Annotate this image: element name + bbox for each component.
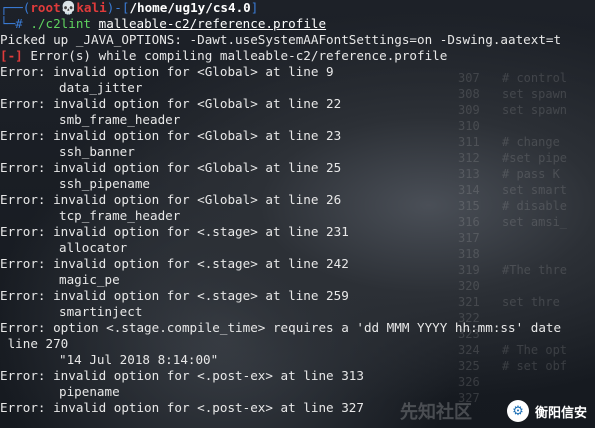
error-line: Error: invalid option for <.post-ex> at …	[0, 368, 364, 383]
error-line: Error: invalid option for <Global> at li…	[0, 192, 342, 207]
error-detail: allocator	[59, 240, 128, 255]
error-line: Error: invalid option for <Global> at li…	[0, 96, 342, 111]
error-detail: ssh_pipename	[59, 176, 150, 191]
prompt-user: root💀kali	[30, 0, 107, 15]
error-line: Error: invalid option for <Global> at li…	[0, 160, 342, 175]
prompt-box-open: ┌──(	[0, 0, 31, 15]
error-line: Error: invalid option for <.post-ex> at …	[0, 400, 364, 415]
prompt-box-mid: )-[	[106, 0, 130, 15]
java-options-line: Picked up _JAVA_OPTIONS: -Dawt.useSystem…	[0, 32, 562, 47]
error-line: Error: invalid option for <.stage> at li…	[0, 256, 349, 271]
prompt-line-1: ┌──(root💀kali)-[/home/ug1y/cs4.0]	[0, 0, 595, 16]
prompt-box-close: ]	[250, 0, 259, 15]
prompt-arrow: └─#	[0, 16, 31, 31]
command-name: ./c2lint	[30, 16, 92, 31]
error-line: Error: invalid option for <Global> at li…	[0, 64, 334, 79]
brand-logo-icon: ⚙	[506, 400, 529, 422]
error-line: Error: option <.stage.compile_time> requ…	[0, 320, 562, 335]
error-line: Error: invalid option for <.stage> at li…	[0, 224, 349, 239]
error-detail: ssh_banner	[59, 144, 135, 159]
error-detail: smb_frame_header	[59, 112, 181, 127]
watermark-brand: ⚙ 衡阳信安	[506, 400, 587, 422]
error-detail: "14 Jul 2018 8:14:00"	[59, 352, 219, 367]
error-line: Error: invalid option for <.stage> at li…	[0, 288, 349, 303]
error-detail: magic_pe	[59, 272, 120, 287]
error-detail: tcp_frame_header	[59, 208, 181, 223]
error-line: Error: invalid option for <Global> at li…	[0, 128, 342, 143]
prompt-path: /home/ug1y/cs4.0	[129, 0, 251, 15]
terminal-window[interactable]: ┌──(root💀kali)-[/home/ug1y/cs4.0] └─# ./…	[0, 0, 595, 428]
error-detail: data_jitter	[59, 80, 143, 95]
error-output: Error: invalid option for <Global> at li…	[0, 64, 595, 416]
command-argument: malleable-c2/reference.profile	[98, 16, 327, 31]
error-summary-line: [-] Error(s) while compiling malleable-c…	[0, 48, 595, 64]
watermark-community: 先知社区	[400, 402, 472, 423]
error-mark: [-]	[0, 48, 23, 63]
brand-name: 衡阳信安	[534, 405, 587, 421]
prompt-line-2: └─# ./c2lint malleable-c2/reference.prof…	[0, 16, 595, 32]
error-detail: pipename	[59, 384, 120, 399]
error-line: line 270	[0, 336, 69, 351]
error-detail: smartinject	[59, 304, 143, 319]
error-summary-text: Error(s) while compiling malleable-c2/re…	[22, 48, 448, 63]
